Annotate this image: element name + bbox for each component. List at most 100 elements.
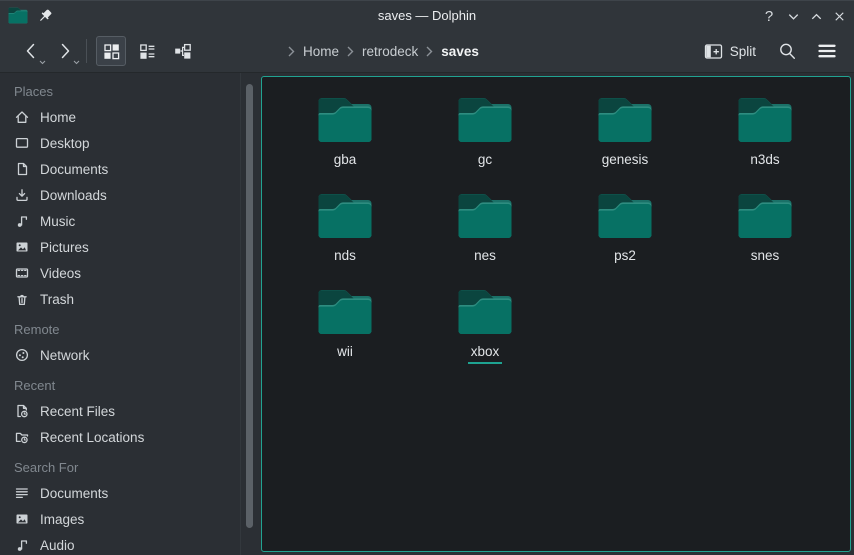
sidebar-item-label: Music: [40, 214, 75, 229]
film-icon: [14, 265, 30, 281]
panel-divider: [240, 73, 241, 555]
folder-icon: [737, 193, 793, 239]
sidebar-item-trash[interactable]: Trash: [0, 286, 258, 312]
close-icon: [832, 9, 847, 24]
chevron-up-icon: [809, 9, 824, 24]
folder-icon: [737, 97, 793, 143]
trash-icon: [14, 291, 30, 307]
sidebar-item-search-audio[interactable]: Audio: [0, 532, 258, 555]
sidebar-item-downloads[interactable]: Downloads: [0, 182, 258, 208]
folder-label: gba: [334, 152, 357, 167]
hamburger-menu-icon: [817, 43, 837, 59]
chevron-right-icon: [425, 45, 434, 58]
folder-label: nes: [474, 248, 496, 263]
window-title: saves — Dolphin: [0, 8, 854, 23]
folder-item-gc[interactable]: gc: [415, 97, 555, 193]
sidebar-item-label: Network: [40, 348, 90, 363]
folder-item-n3ds[interactable]: n3ds: [695, 97, 835, 193]
recent-folder-icon: [14, 429, 30, 445]
sidebar-item-desktop[interactable]: Desktop: [0, 130, 258, 156]
sidebar-item-label: Audio: [40, 538, 75, 553]
tree-view-icon: [174, 43, 192, 60]
folder-icon: [597, 193, 653, 239]
folder-item-snes[interactable]: snes: [695, 193, 835, 289]
sidebar-item-recent-locations[interactable]: Recent Locations: [0, 424, 258, 450]
icons-view-button[interactable]: [96, 36, 126, 66]
folder-label: snes: [751, 248, 780, 263]
music-note-icon: [14, 537, 30, 553]
sidebar-item-search-documents[interactable]: Documents: [0, 480, 258, 506]
split-button[interactable]: Split: [698, 38, 762, 65]
chevron-down-icon: [39, 60, 46, 65]
sidebar-item-label: Videos: [40, 266, 81, 281]
forward-button[interactable]: [48, 35, 82, 67]
folder-grid: gba gc genesis n3ds nds nes: [275, 97, 835, 385]
breadcrumb-home[interactable]: Home: [303, 44, 339, 59]
sidebar-item-label: Pictures: [40, 240, 89, 255]
network-icon: [14, 347, 30, 363]
chevron-right-icon: [346, 45, 355, 58]
folder-item-genesis[interactable]: genesis: [555, 97, 695, 193]
folder-icon: [317, 193, 373, 239]
menu-button[interactable]: [812, 36, 842, 66]
folder-item-nes[interactable]: nes: [415, 193, 555, 289]
sidebar-item-videos[interactable]: Videos: [0, 260, 258, 286]
sidebar-item-label: Downloads: [40, 188, 107, 203]
tree-view-button[interactable]: [168, 36, 198, 66]
details-view-icon: [139, 43, 156, 60]
folder-icon: [317, 97, 373, 143]
sidebar-item-documents[interactable]: Documents: [0, 156, 258, 182]
sidebar-item-pictures[interactable]: Pictures: [0, 234, 258, 260]
chevron-right-icon: [287, 45, 296, 58]
folder-item-wii[interactable]: wii: [275, 289, 415, 385]
section-header-remote: Remote: [0, 316, 258, 342]
folder-label: n3ds: [750, 152, 779, 167]
sidebar-scrollbar-thumb[interactable]: [246, 84, 253, 528]
toolbar-separator: [86, 39, 87, 63]
split-label: Split: [730, 44, 756, 59]
arrow-back-icon: [22, 41, 40, 61]
content-area: Places Home Desktop Documents Downloads …: [0, 73, 854, 555]
help-button[interactable]: ?: [758, 5, 780, 27]
folder-item-ps2[interactable]: ps2: [555, 193, 695, 289]
home-icon: [14, 109, 30, 125]
breadcrumb-retrodeck[interactable]: retrodeck: [362, 44, 418, 59]
sidebar-item-search-images[interactable]: Images: [0, 506, 258, 532]
toolbar: Home retrodeck saves Split: [0, 30, 854, 73]
folder-view: gba gc genesis n3ds nds nes: [261, 76, 851, 552]
recent-file-icon: [14, 403, 30, 419]
sidebar-item-recent-files[interactable]: Recent Files: [0, 398, 258, 424]
folder-item-xbox[interactable]: xbox: [415, 289, 555, 385]
image-icon: [14, 511, 30, 527]
maximize-button[interactable]: [805, 5, 827, 27]
sidebar-item-label: Recent Files: [40, 404, 115, 419]
sidebar-item-label: Documents: [40, 162, 108, 177]
folder-label: wii: [337, 344, 353, 359]
folder-item-nds[interactable]: nds: [275, 193, 415, 289]
sidebar-item-network[interactable]: Network: [0, 342, 258, 368]
search-icon: [778, 42, 797, 61]
folder-item-gba[interactable]: gba: [275, 97, 415, 193]
desktop-icon: [14, 135, 30, 151]
folder-icon: [457, 193, 513, 239]
details-view-button[interactable]: [132, 36, 162, 66]
back-button[interactable]: [14, 35, 48, 67]
folder-label: gc: [478, 152, 492, 167]
split-view-icon: [704, 43, 723, 60]
folder-icon: [597, 97, 653, 143]
text-lines-icon: [14, 485, 30, 501]
places-panel: Places Home Desktop Documents Downloads …: [0, 73, 258, 555]
breadcrumb: Home retrodeck saves: [287, 44, 479, 59]
download-icon: [14, 187, 30, 203]
music-note-icon: [14, 213, 30, 229]
sidebar-item-label: Recent Locations: [40, 430, 144, 445]
folder-icon: [457, 289, 513, 335]
chevron-down-icon: [73, 60, 80, 65]
arrow-forward-icon: [56, 41, 74, 61]
sidebar-item-home[interactable]: Home: [0, 104, 258, 130]
breadcrumb-saves[interactable]: saves: [441, 44, 479, 59]
search-button[interactable]: [772, 36, 802, 66]
minimize-button[interactable]: [782, 5, 804, 27]
close-button[interactable]: [828, 5, 850, 27]
sidebar-item-music[interactable]: Music: [0, 208, 258, 234]
